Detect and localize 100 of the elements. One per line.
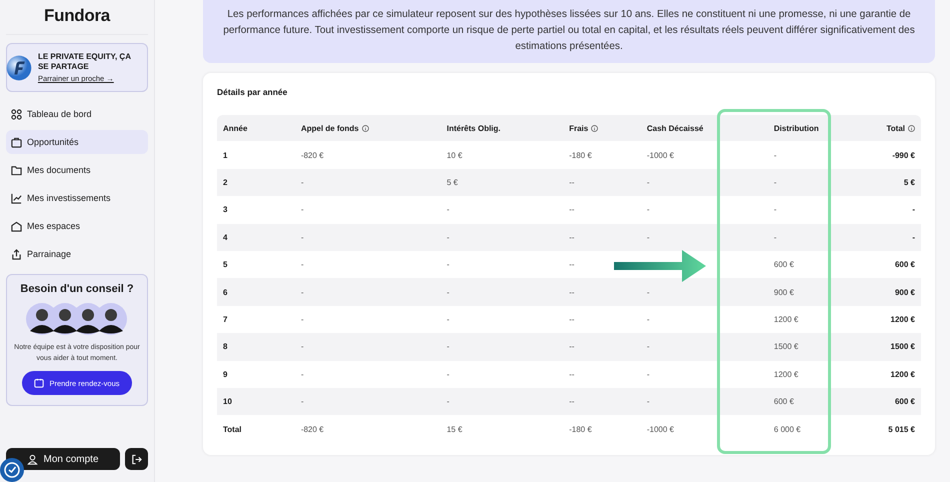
folder-icon [11,164,22,176]
table-cell-text: -180 € [568,424,593,436]
section-title: Détails par année [217,87,288,98]
table-cell: -- [563,224,641,251]
table-cell: -- [563,388,641,416]
table-cell: -- [563,360,641,388]
table-cell: -- [563,306,641,334]
table-cell: 600 € [880,251,921,278]
table-cell: 1200 € [768,306,880,334]
table-cell: 8 [217,333,295,361]
column-header: Frais [563,115,641,142]
table-cell-text: 15 € [446,424,464,436]
table-cell: - [294,388,441,416]
table-cell: - [440,360,564,388]
calendar-icon [34,378,44,388]
table-cell: - [440,224,564,251]
column-header: Appel de fonds [294,115,441,142]
table-cell: 1500 € [880,333,921,361]
table-cell: 1500 € [768,333,880,361]
table-cell: 5 [217,251,295,278]
table-cell-text: 6 000 € [772,424,802,436]
table-cell: - [294,224,441,251]
table-cell: - [440,251,564,278]
info-icon [362,124,369,132]
table-cell: - [880,196,921,224]
table-cell: - [640,168,768,196]
nav-item[interactable]: Tableau de bord [6,102,148,126]
table-cell: - [440,333,564,361]
table-cell: 4 [217,224,295,251]
table-cell: - [294,196,441,224]
table-cell: - [640,306,768,334]
info-icon [908,124,915,132]
table-cell: - [294,333,441,361]
account-button[interactable]: Mon compte [6,448,120,470]
table-cell: - [294,168,441,196]
table-cell: - [440,278,564,306]
share-icon [11,248,22,260]
nav-item[interactable]: Parrainage [6,242,148,266]
logout-button[interactable] [125,448,148,470]
table-cell: - [294,306,441,334]
table-cell: -180 € [563,141,641,169]
table-cell: 5 € [880,168,921,196]
table-cell: -- [563,168,641,196]
table-cell: - [640,278,768,306]
table-cell-text: -820 € [300,424,325,436]
arrow-icon [614,249,706,284]
table-cell: 3 [217,196,295,224]
advice-title: Besoin d'un conseil ? [20,283,134,295]
column-header: Intérêts Oblig. [440,115,564,142]
grid-icon [11,108,22,120]
logout-icon [131,454,142,464]
table-cell: - [440,196,564,224]
column-header: Cash Décaissé [640,115,768,142]
table-cell: 1200 € [768,360,880,388]
table-cell: 1200 € [880,306,921,334]
table-cell: -- [563,333,641,361]
disclaimer-banner: Les performances affichées par ce simulateur reposent sur des hypothèses lissées sur 10 ans. Elles ne constituent ni une promesse, ni une garantie de performance future. Tout investissement comporte un risque de perte partiel ou total en capital, et les résultats réels peuvent différer significativement des estimations présentées. [203,0,935,64]
table-cell: 9 [217,360,295,388]
table-cell: - [440,306,564,334]
table-cell: 10 [217,388,295,416]
house-icon [11,220,22,232]
table-cell-text: -1000 € [646,424,675,436]
accessibility-icon[interactable] [0,458,24,482]
column-header: Distribution [768,115,880,142]
table-cell: - [768,224,880,251]
user-icon [27,454,38,464]
logo[interactable]: Fundora [6,0,148,35]
table-cell-text: 5 015 € [887,424,916,436]
table-cell: - [640,388,768,416]
table-cell: 7 [217,306,295,334]
nav-item[interactable]: Opportunités [6,130,148,154]
table-cell: - [880,224,921,251]
table-cell: - [440,388,564,416]
table-cell: - [640,224,768,251]
table-cell: - [294,278,441,306]
info-icon [591,124,598,132]
table-cell: - [768,168,880,196]
table-cell: 5 € [440,168,564,196]
table-cell: -- [563,196,641,224]
table-cell-text: Total [222,424,243,436]
table-cell: 2 [217,168,295,196]
table-cell: - [768,196,880,224]
promo-title: LE PRIVATE EQUITY, ÇA SE PARTAGE [38,52,132,72]
table-cell: 600 € [768,251,880,278]
table-cell: - [294,360,441,388]
table-cell: - [768,141,880,169]
table-cell: 900 € [880,278,921,306]
nav-item[interactable]: Mes documents [6,158,148,182]
nav-item[interactable]: Mes espaces [6,214,148,238]
bag-icon [11,136,22,148]
table-cell: 10 € [440,141,564,169]
table-cell: 900 € [768,278,880,306]
column-header: Total [880,115,921,142]
nav-item[interactable]: Mes investissements [6,186,148,210]
table-cell: - [294,251,441,278]
table-cell: -820 € [294,141,441,169]
table-cell: -990 € [880,141,921,169]
table-cell: -- [563,278,641,306]
table-cell: 600 € [880,388,921,416]
table-cell: -1000 € [640,141,768,169]
